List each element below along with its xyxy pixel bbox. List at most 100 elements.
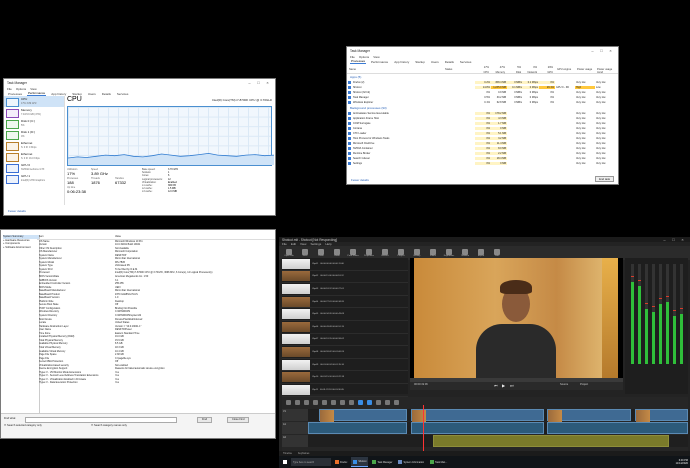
fewer-details-link[interactable]: Fewer details (351, 178, 369, 182)
timeline-clip[interactable] (308, 422, 407, 434)
toolbar-button-save[interactable]: Save (299, 249, 311, 257)
tab-processes[interactable]: Processes (7, 92, 23, 96)
timeline-clip[interactable] (410, 422, 544, 434)
minimize-icon[interactable]: – (245, 80, 254, 86)
play-icon[interactable]: ▶ (502, 383, 505, 388)
playlist-row[interactable]: Clip09 00:01:06:24 00:01:15:10 (282, 359, 408, 372)
column-header[interactable]: 5% Disk (507, 64, 523, 74)
tab-timeline[interactable]: Timeline (283, 452, 292, 455)
playlist-row[interactable]: Clip06 00:00:43:09 00:00:51:15 (282, 321, 408, 334)
sidebar-item-eth[interactable]: Ethernet S: 0 R: 16.0 Kbps (4, 151, 64, 162)
sidebar-item-eth[interactable]: Ethernet S: 0 R: 0 Kbps (4, 140, 64, 151)
scrub-ruler[interactable] (410, 378, 623, 382)
lift-icon[interactable] (340, 399, 345, 405)
tab-users[interactable]: Users (87, 92, 97, 96)
remove-icon[interactable] (331, 399, 336, 405)
taskbar-item-task-manager-2[interactable]: Task Man... (428, 458, 449, 467)
menu-edit[interactable]: Edit (291, 242, 296, 246)
column-header[interactable]: 29% GPU (539, 64, 555, 74)
tab-services[interactable]: Services (459, 60, 473, 64)
zoom-out-icon[interactable] (385, 399, 390, 405)
append-icon[interactable] (322, 399, 327, 405)
toolbar-button-filters[interactable]: Filters (427, 249, 439, 257)
search-selected-category-checkbox[interactable]: ☐ Search selected category only (4, 424, 42, 427)
minimize-icon[interactable]: – (660, 237, 669, 243)
tab-app-history[interactable]: App history (50, 92, 67, 96)
tab-details[interactable]: Details (101, 92, 112, 96)
playlist-row[interactable]: Clip07 00:00:51:15 00:00:59:02 (282, 334, 408, 347)
close-icon[interactable]: × (678, 237, 687, 243)
track-header[interactable]: A1 (282, 422, 308, 434)
maximize-icon[interactable]: □ (669, 237, 678, 243)
track-header[interactable]: V1 (282, 409, 308, 421)
process-row[interactable]: Settings 0% 0 MB Very low Very low (347, 161, 618, 166)
snap-icon[interactable] (367, 399, 372, 405)
toolbar-button-peak-meter[interactable]: Peak Meter (347, 249, 359, 257)
playlist-row[interactable]: Clip11 00:01:22:18 00:01:30:05 (282, 384, 408, 397)
column-header[interactable]: GPU engine (555, 64, 575, 73)
system-clock[interactable]: 6:49 PM 11/14/2020 (676, 459, 688, 465)
tab-keyframes[interactable]: Keyframes (298, 452, 309, 455)
playlist-row[interactable]: Clip08 00:00:59:02 00:01:06:24 (282, 346, 408, 359)
playlist-row[interactable]: Clip10 00:01:15:10 00:01:22:18 (282, 371, 408, 384)
timeline-clip[interactable] (634, 409, 688, 422)
tab-users[interactable]: Users (430, 60, 440, 64)
column-header[interactable]: Power usage (575, 64, 595, 73)
maximize-icon[interactable]: □ (254, 80, 263, 86)
skip-forward-icon[interactable]: ⏭ (510, 383, 514, 388)
menu-view[interactable]: View (373, 55, 379, 59)
toolbar-button-recent[interactable]: Recent (379, 249, 391, 257)
column-header[interactable]: 47% Memory (491, 64, 507, 74)
start-button[interactable] (281, 458, 289, 467)
tab-startup[interactable]: Startup (414, 60, 426, 64)
paste-icon[interactable] (313, 399, 318, 405)
tab-startup[interactable]: Startup (71, 92, 83, 96)
tab-details[interactable]: Details (444, 60, 455, 64)
timeline-clip[interactable] (547, 422, 688, 434)
menu-file[interactable]: File (282, 242, 287, 246)
timeline-clip[interactable] (547, 409, 631, 422)
find-input[interactable] (25, 417, 177, 423)
column-header[interactable]: Name (347, 64, 443, 73)
tab-project[interactable]: Project (580, 383, 588, 386)
tree-item-software-environment[interactable]: + Software Environment (3, 246, 39, 250)
split-icon[interactable] (358, 399, 363, 405)
playlist-row[interactable]: Clip05 00:00:34:20 00:00:43:09 (282, 308, 408, 321)
fewer-details-link[interactable]: Fewer details (8, 209, 26, 213)
close-find-button[interactable]: Close Find (227, 417, 250, 423)
maximize-icon[interactable]: □ (597, 48, 606, 54)
column-header[interactable]: 17% CPU (475, 64, 491, 74)
toolbar-button-history[interactable]: History (411, 249, 423, 257)
tab-performance[interactable]: Performance (370, 60, 389, 64)
close-icon[interactable]: × (263, 80, 272, 86)
toolbar-button-keyframes[interactable]: Keyframes (443, 249, 455, 257)
copy-icon[interactable] (304, 399, 309, 405)
timecode-display[interactable]: 00:00:19:06 (414, 383, 428, 386)
tab-app-history[interactable]: App history (393, 60, 410, 64)
playlist-row[interactable]: Clip03 00:00:18:12 00:00:27:01 (282, 283, 408, 296)
toolbar-button-export[interactable]: Export (475, 249, 487, 257)
playlist-row[interactable]: Clip02 00:00:11:06 00:00:18:12 (282, 271, 408, 284)
column-header[interactable]: 0% Network (523, 64, 539, 74)
menu-file[interactable]: File (350, 55, 355, 59)
menu-options[interactable]: Options (16, 87, 26, 91)
minimize-icon[interactable]: – (588, 48, 597, 54)
toolbar-button-jobs[interactable]: Jobs (491, 249, 503, 257)
toolbar-button-redo[interactable]: Redo (331, 249, 343, 257)
sidebar-item-disk[interactable]: Disk 0 (C:) 5% (4, 118, 64, 129)
sidebar-item-disk[interactable]: Disk 1 (D:) 0% (4, 129, 64, 140)
menu-view[interactable]: View (30, 87, 36, 91)
taskbar-item-task-manager[interactable]: Task Manager (370, 458, 394, 467)
sidebar-item-cpu[interactable]: CPU 17% 3.89 GHz (4, 96, 64, 107)
toolbar-button-timeline[interactable]: Timeline (459, 249, 471, 257)
menu-options[interactable]: Options (359, 55, 369, 59)
timeline-clip[interactable] (410, 409, 544, 422)
column-header[interactable]: Power usage trend (595, 64, 615, 74)
tab-services[interactable]: Services (116, 92, 130, 96)
tab-source[interactable]: Source (560, 383, 568, 386)
sidebar-item-mem[interactable]: Memory 7.4/15.9 GB (47%) (4, 107, 64, 118)
toolbar-button-open-file[interactable]: Open File (283, 249, 295, 257)
timeline-clip[interactable] (319, 409, 407, 422)
sidebar-item-gpu[interactable]: GPU 1 Intel(R) UHD Graphics (4, 173, 64, 184)
menu-view[interactable]: View (300, 242, 306, 246)
